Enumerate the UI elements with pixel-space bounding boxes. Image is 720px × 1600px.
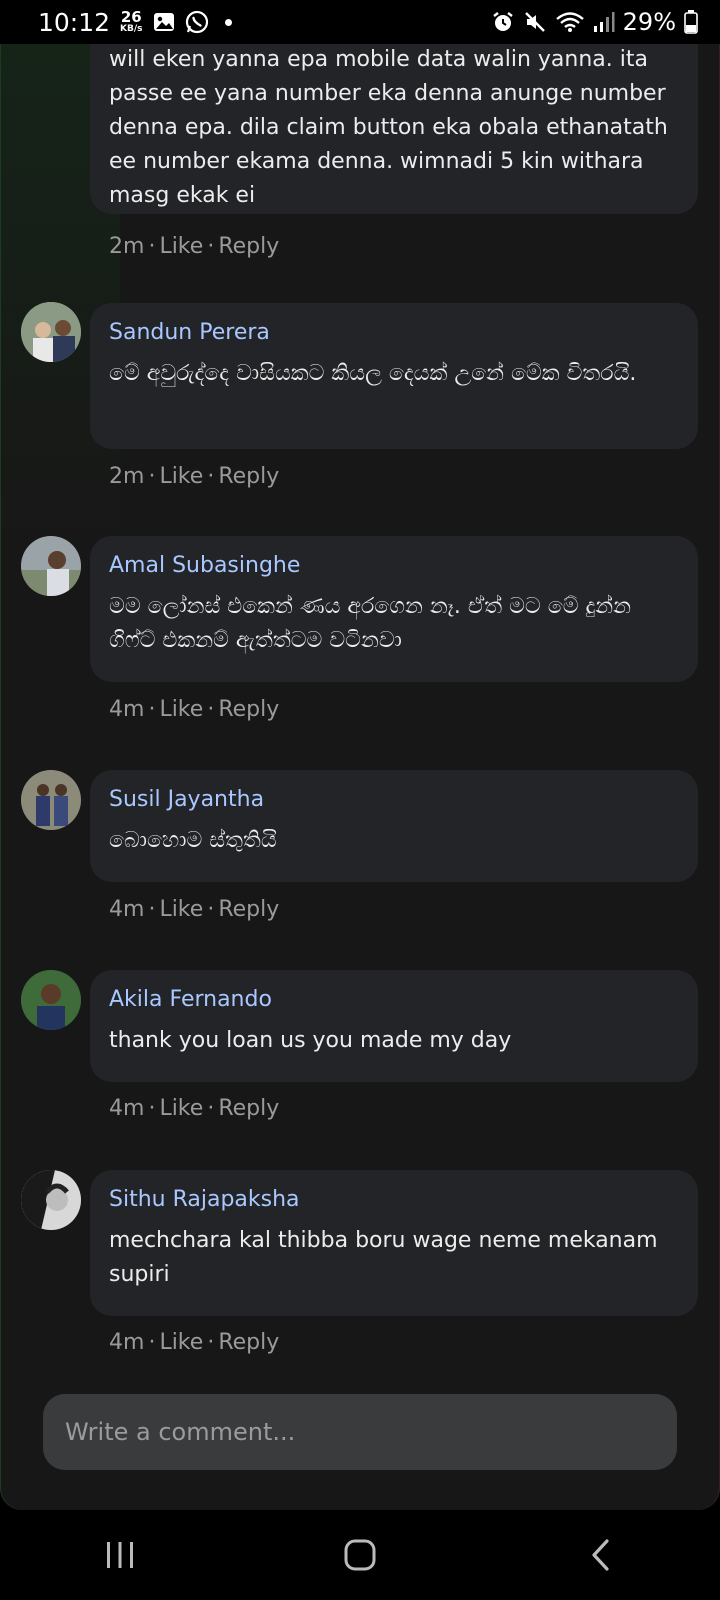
battery-percent: 29% <box>622 8 676 36</box>
meta-separator: · <box>207 697 215 722</box>
navigation-bar <box>0 1510 720 1600</box>
comment-meta: 4m · Like · Reply <box>109 1330 279 1355</box>
meta-separator: · <box>207 464 215 489</box>
comment-bubble: Susil Jayantha බොහොම ස්තුතියි <box>90 770 698 882</box>
comment-meta: 4m · Like · Reply <box>109 897 279 922</box>
network-speed: 26 KB/s <box>120 8 143 34</box>
status-bar-left: 10:12 26 KB/s <box>38 8 232 37</box>
comment-bubble: Amal Subasinghe මම ලෝනස් එකෙන් ණය අරගෙන … <box>90 536 698 682</box>
comment-bubble: Sandun Perera මේ අවුරුද්දෙ වාසියකට කියල … <box>90 303 698 449</box>
back-icon[interactable] <box>560 1525 640 1585</box>
like-button[interactable]: Like <box>159 697 203 722</box>
like-button[interactable]: Like <box>159 1096 203 1121</box>
comment-author[interactable]: Sandun Perera <box>109 320 680 345</box>
comment-meta: 4m · Like · Reply <box>109 697 279 722</box>
avatar[interactable] <box>21 302 81 362</box>
comment-input-container <box>43 1394 677 1470</box>
avatar[interactable] <box>21 770 81 830</box>
like-button[interactable]: Like <box>159 234 203 259</box>
avatar[interactable] <box>21 536 81 596</box>
avatar[interactable] <box>21 970 81 1030</box>
avatar[interactable] <box>21 1170 81 1230</box>
notification-dot-icon <box>224 18 232 26</box>
meta-separator: · <box>148 1096 156 1121</box>
battery-icon <box>684 10 698 34</box>
meta-separator: · <box>148 464 156 489</box>
meta-separator: · <box>148 234 156 259</box>
comment-meta: 4m · Like · Reply <box>109 1096 279 1121</box>
wifi-icon <box>555 11 585 33</box>
status-bar-right: 29% <box>491 8 698 36</box>
comment-input[interactable] <box>63 1417 657 1447</box>
recents-icon[interactable] <box>80 1525 160 1585</box>
signal-icon <box>593 11 615 33</box>
whatsapp-icon <box>185 10 209 34</box>
comment-bubble: will eken yanna epa mobile data walin ya… <box>90 44 698 214</box>
meta-separator: · <box>207 1330 215 1355</box>
home-icon[interactable] <box>320 1525 400 1585</box>
meta-separator: · <box>148 897 156 922</box>
reply-button[interactable]: Reply <box>218 234 279 259</box>
reply-button[interactable]: Reply <box>218 897 279 922</box>
comment-author[interactable]: Akila Fernando <box>109 987 680 1012</box>
comment-time: 4m <box>109 1330 145 1355</box>
meta-separator: · <box>207 234 215 259</box>
meta-separator: · <box>148 697 156 722</box>
reply-button[interactable]: Reply <box>218 1330 279 1355</box>
mute-icon <box>523 10 547 34</box>
comment-text: thank you loan us you made my day <box>109 1028 512 1053</box>
gallery-icon <box>153 12 175 32</box>
comment-time: 4m <box>109 1096 145 1121</box>
alarm-icon <box>491 10 515 34</box>
comments-panel: will eken yanna epa mobile data walin ya… <box>0 44 720 1510</box>
comment-text: mechchara kal thibba boru wage neme meka… <box>109 1228 665 1287</box>
comment-time: 4m <box>109 897 145 922</box>
comment-author[interactable]: Sithu Rajapaksha <box>109 1187 680 1212</box>
meta-separator: · <box>207 897 215 922</box>
comment-author[interactable]: Susil Jayantha <box>109 787 680 812</box>
network-speed-unit: KB/s <box>120 23 143 34</box>
network-speed-value: 26 <box>120 8 142 27</box>
comment-text: බොහොම ස්තුතියි <box>109 828 277 853</box>
reply-button[interactable]: Reply <box>218 464 279 489</box>
meta-separator: · <box>207 1096 215 1121</box>
comment-meta: 2m · Like · Reply <box>109 234 279 259</box>
comment-bubble: Sithu Rajapaksha mechchara kal thibba bo… <box>90 1170 698 1316</box>
status-time: 10:12 <box>38 7 111 37</box>
comment-time: 4m <box>109 697 145 722</box>
meta-separator: · <box>148 1330 156 1355</box>
reply-button[interactable]: Reply <box>218 1096 279 1121</box>
like-button[interactable]: Like <box>159 464 203 489</box>
comment-meta: 2m · Like · Reply <box>109 464 279 489</box>
comment-text: මම ලෝනස් එකෙන් ණය අරගෙන නෑ. ඒත් මට මේ දු… <box>109 594 639 653</box>
like-button[interactable]: Like <box>159 897 203 922</box>
status-bar: 10:12 26 KB/s 29% <box>0 0 720 44</box>
comment-time: 2m <box>109 464 145 489</box>
comment-author[interactable]: Amal Subasinghe <box>109 553 680 578</box>
comment-time: 2m <box>109 234 145 259</box>
comment-bubble: Akila Fernando thank you loan us you mad… <box>90 970 698 1082</box>
comment-text: will eken yanna epa mobile data walin ya… <box>109 47 675 208</box>
comment-text: මේ අවුරුද්දෙ වාසියකට කියල දෙයක් උනේ මේක … <box>109 361 637 386</box>
reply-button[interactable]: Reply <box>218 697 279 722</box>
like-button[interactable]: Like <box>159 1330 203 1355</box>
